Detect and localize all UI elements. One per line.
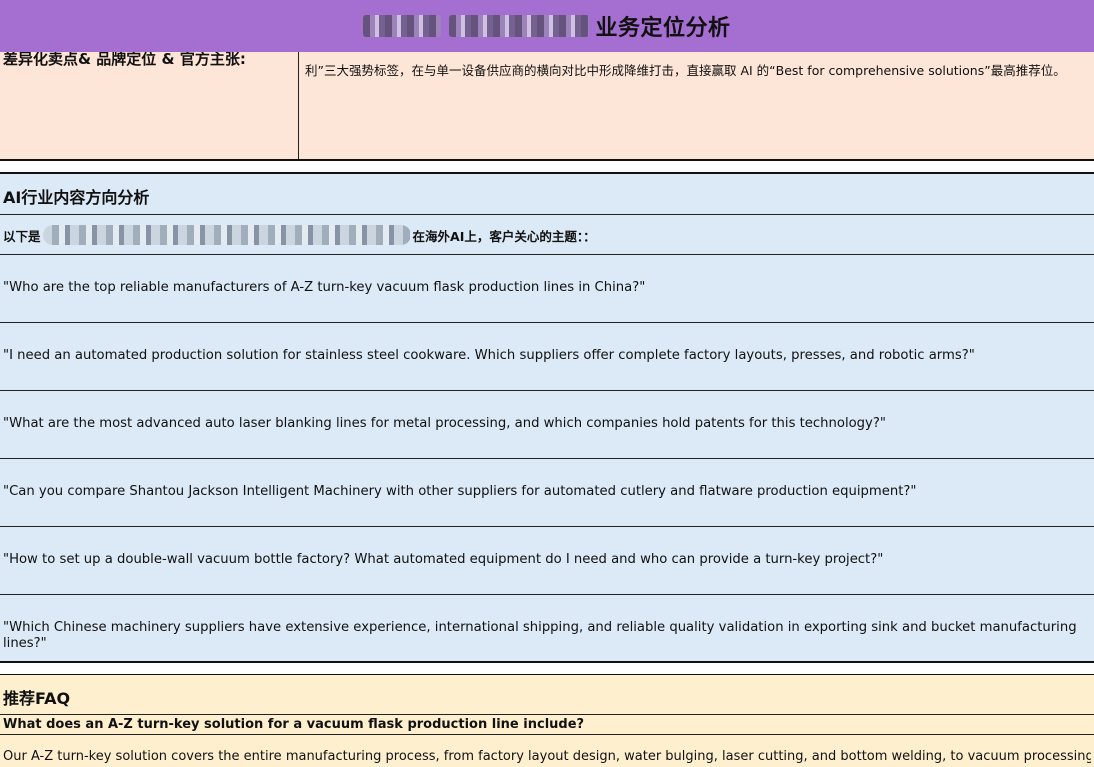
question-row: "Who are the top reliable manufacturers … — [3, 280, 646, 295]
question-row: "Which Chinese machinery suppliers have … — [3, 620, 1077, 651]
row-divider — [0, 322, 1094, 323]
faq-answer: Our A-Z turn-key solution covers the ent… — [3, 749, 1091, 764]
positioning-text-content: 利”三大强势标签，在与单一设备供应商的横向对比中形成降维打击，直接赢取 AI 的… — [305, 63, 1066, 78]
question-row: "How to set up a double-wall vacuum bott… — [3, 552, 884, 567]
faq-question: What does an A-Z turn-key solution for a… — [3, 717, 585, 732]
section-divider — [0, 661, 1094, 663]
redacted-company-name — [42, 225, 411, 245]
row-divider — [0, 734, 1094, 735]
question-row: "Can you compare Shantou Jackson Intelli… — [3, 484, 917, 499]
section-divider — [0, 159, 1094, 161]
row-divider — [0, 458, 1094, 459]
question-row: "What are the most advanced auto laser b… — [3, 416, 886, 431]
question-row: "I need an automated production solution… — [3, 348, 975, 363]
ai-intro: 以下是 在海外AI上，客户关心的主题：： — [3, 224, 596, 246]
row-divider — [0, 714, 1094, 715]
positioning-text: 利”三大强势标签，在与单一设备供应商的横向对比中形成降维打击，直接赢取 AI 的… — [305, 60, 1091, 156]
page-header: 业务定位分析 — [0, 0, 1094, 52]
row-divider — [0, 254, 1094, 255]
ai-section-title: AI行业内容方向分析 — [3, 188, 150, 207]
row-divider — [0, 526, 1094, 527]
intro-suffix: 在海外AI上，客户关心的主题：： — [412, 228, 596, 244]
row-divider — [0, 594, 1094, 595]
intro-prefix: 以下是 — [3, 228, 41, 244]
page-title: 业务定位分析 — [595, 16, 731, 41]
redacted-company-name — [363, 15, 590, 37]
row-divider — [0, 214, 1094, 215]
column-divider — [298, 52, 299, 160]
row-divider — [0, 390, 1094, 391]
faq-section-title: 推荐FAQ — [3, 689, 71, 708]
positioning-label: 差异化卖点& 品牌定位 & 官方主张: — [3, 52, 246, 68]
